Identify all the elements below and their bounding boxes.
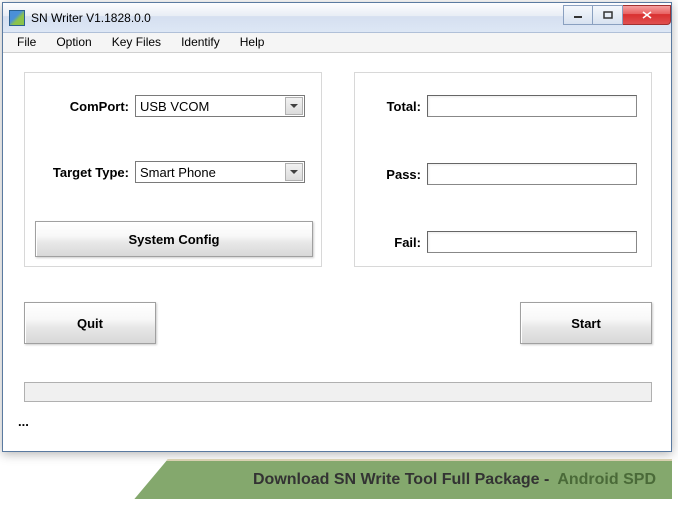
fail-field[interactable] — [427, 231, 637, 253]
title-bar: SN Writer V1.1828.0.0 — [3, 3, 671, 33]
banner-brand: Android SPD — [557, 471, 656, 489]
quit-label: Quit — [77, 316, 103, 331]
banner-text: Download SN Write Tool Full Package - — [253, 471, 549, 489]
chevron-down-icon — [285, 163, 303, 181]
fail-label: Fail: — [365, 235, 421, 250]
progress-bar — [24, 382, 652, 402]
app-icon — [9, 10, 25, 26]
menu-keyfiles[interactable]: Key Files — [102, 33, 171, 52]
comport-value: USB VCOM — [140, 99, 209, 114]
banner-bg: Download SN Write Tool Full Package - An… — [0, 459, 672, 499]
menu-identify[interactable]: Identify — [171, 33, 230, 52]
window-title: SN Writer V1.1828.0.0 — [31, 11, 563, 25]
target-type-label: Target Type: — [35, 165, 129, 180]
pass-field[interactable] — [427, 163, 637, 185]
menu-bar: File Option Key Files Identify Help — [3, 33, 671, 53]
maximize-icon — [603, 11, 613, 19]
config-panel: ComPort: USB VCOM Target Type: Smart Pho… — [24, 72, 322, 267]
menu-option[interactable]: Option — [46, 33, 101, 52]
maximize-button[interactable] — [593, 5, 623, 25]
minimize-icon — [573, 11, 583, 19]
download-banner: Download SN Write Tool Full Package - An… — [0, 459, 672, 499]
system-config-label: System Config — [128, 232, 219, 247]
close-button[interactable] — [623, 5, 671, 25]
status-text: ... — [18, 414, 29, 429]
pass-label: Pass: — [365, 167, 421, 182]
menu-file[interactable]: File — [7, 33, 46, 52]
menu-help[interactable]: Help — [230, 33, 275, 52]
total-label: Total: — [365, 99, 421, 114]
target-type-select[interactable]: Smart Phone — [135, 161, 305, 183]
chevron-down-icon — [285, 97, 303, 115]
start-button[interactable]: Start — [520, 302, 652, 344]
quit-button[interactable]: Quit — [24, 302, 156, 344]
comport-label: ComPort: — [35, 99, 129, 114]
close-icon — [642, 11, 652, 19]
window-controls — [563, 5, 671, 25]
comport-select[interactable]: USB VCOM — [135, 95, 305, 117]
app-window: SN Writer V1.1828.0.0 File Option Key Fi… — [2, 2, 672, 452]
minimize-button[interactable] — [563, 5, 593, 25]
system-config-button[interactable]: System Config — [35, 221, 313, 257]
start-label: Start — [571, 316, 601, 331]
target-type-value: Smart Phone — [140, 165, 216, 180]
stats-panel: Total: Pass: Fail: — [354, 72, 652, 267]
total-field[interactable] — [427, 95, 637, 117]
